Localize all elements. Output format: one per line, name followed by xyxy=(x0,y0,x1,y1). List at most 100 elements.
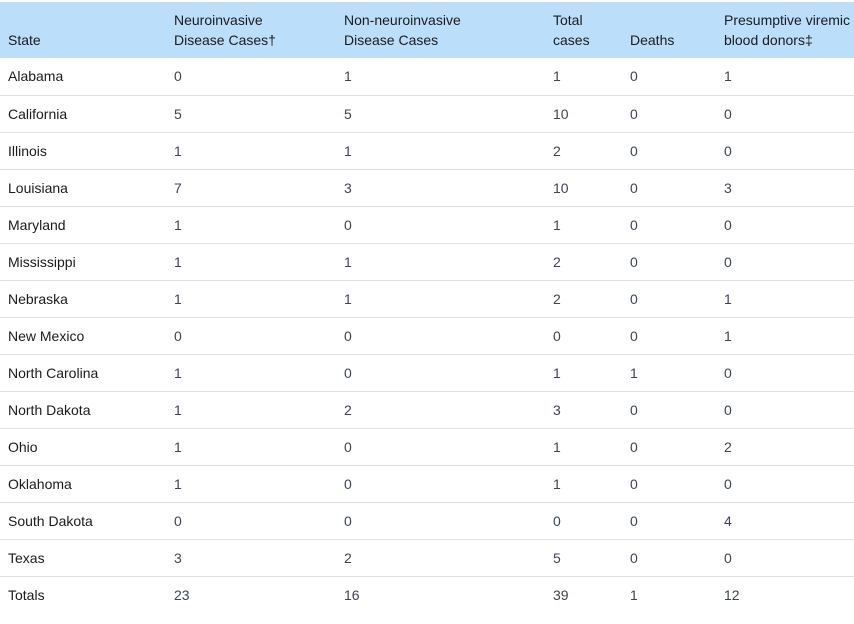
cell-deaths: 0 xyxy=(630,179,638,196)
cases-by-state-table: State Neuroinvasive Disease Cases† Non-ne… xyxy=(0,2,854,613)
cell-deaths: 0 xyxy=(630,290,638,307)
header-non-neuroinvasive-line1: Non-neuroinvasive xyxy=(344,12,461,28)
cell-neuroinvasive: 1 xyxy=(174,364,182,381)
cell-donors: 0 xyxy=(724,216,732,233)
cell-total-donors: 12 xyxy=(724,586,740,603)
header-non-neuroinvasive-line2: Disease Cases xyxy=(344,32,439,48)
header-total-line1: Total xyxy=(553,12,583,28)
cell-non-neuroinvasive: 1 xyxy=(344,142,352,159)
cell-total: 1 xyxy=(553,438,561,455)
table-row: California 5 5 10 0 0 xyxy=(0,95,854,132)
header-viremic-donors: Presumptive viremic blood donors‡ xyxy=(724,2,854,58)
cell-state: South Dakota xyxy=(8,512,93,529)
cell-donors: 0 xyxy=(724,475,732,492)
cell-non-neuroinvasive: 0 xyxy=(344,438,352,455)
cell-non-neuroinvasive: 1 xyxy=(344,68,352,85)
cell-state: Oklahoma xyxy=(8,475,72,492)
cell-non-neuroinvasive: 0 xyxy=(344,475,352,492)
cell-state: Ohio xyxy=(8,438,38,455)
cell-state: Mississippi xyxy=(8,253,76,270)
header-donors-line1: Presumptive viremic xyxy=(724,12,851,28)
table-row: Texas 3 2 5 0 0 xyxy=(0,539,854,576)
cell-neuroinvasive: 1 xyxy=(174,290,182,307)
cell-neuroinvasive: 5 xyxy=(174,105,182,122)
cell-donors: 1 xyxy=(724,290,732,307)
cell-donors: 4 xyxy=(724,512,732,529)
cell-non-neuroinvasive: 5 xyxy=(344,105,352,122)
cell-total-neuroinvasive: 23 xyxy=(174,586,190,603)
cell-non-neuroinvasive: 0 xyxy=(344,216,352,233)
cell-donors: 0 xyxy=(724,549,732,566)
cell-neuroinvasive: 3 xyxy=(174,549,182,566)
cell-total-cases: 39 xyxy=(553,586,569,603)
table-row: South Dakota 0 0 0 0 4 xyxy=(0,502,854,539)
cell-non-neuroinvasive: 2 xyxy=(344,401,352,418)
cell-state: California xyxy=(8,105,68,122)
cell-donors: 0 xyxy=(724,105,732,122)
header-non-neuroinvasive: Non-neuroinvasive Disease Cases xyxy=(344,2,553,58)
cell-state: Maryland xyxy=(8,216,66,233)
table-row: Oklahoma 1 0 1 0 0 xyxy=(0,465,854,502)
cell-deaths: 0 xyxy=(630,401,638,418)
cell-deaths: 0 xyxy=(630,438,638,455)
cell-deaths: 0 xyxy=(630,142,638,159)
cell-non-neuroinvasive: 3 xyxy=(344,179,352,196)
table-row: Ohio 1 0 1 0 2 xyxy=(0,428,854,465)
totals-row: Totals 23 16 39 1 12 xyxy=(0,576,854,613)
cases-table-container: State Neuroinvasive Disease Cases† Non-ne… xyxy=(0,0,854,613)
cell-non-neuroinvasive: 0 xyxy=(344,364,352,381)
header-total-cases: Total cases xyxy=(553,2,630,58)
cell-neuroinvasive: 7 xyxy=(174,179,182,196)
cell-state: New Mexico xyxy=(8,327,85,344)
header-deaths: Deaths xyxy=(630,2,724,58)
cell-total: 0 xyxy=(553,512,561,529)
cell-deaths: 0 xyxy=(630,68,638,85)
table-row: Alabama 0 1 1 0 1 xyxy=(0,58,854,95)
cell-donors: 1 xyxy=(724,327,732,344)
cell-total-non-neuroinvasive: 16 xyxy=(344,586,360,603)
table-row: Nebraska 1 1 2 0 1 xyxy=(0,280,854,317)
cell-non-neuroinvasive: 0 xyxy=(344,512,352,529)
cell-neuroinvasive: 0 xyxy=(174,512,182,529)
cell-total: 1 xyxy=(553,216,561,233)
cell-deaths: 0 xyxy=(630,327,638,344)
header-neuroinvasive: Neuroinvasive Disease Cases† xyxy=(174,2,344,58)
cell-total: 2 xyxy=(553,142,561,159)
cell-total: 1 xyxy=(553,68,561,85)
cell-state: Nebraska xyxy=(8,290,68,307)
cell-total: 1 xyxy=(553,475,561,492)
cell-deaths: 0 xyxy=(630,253,638,270)
cell-neuroinvasive: 1 xyxy=(174,216,182,233)
cell-donors: 0 xyxy=(724,364,732,381)
cell-total: 10 xyxy=(553,105,569,122)
header-deaths-label: Deaths xyxy=(630,32,675,48)
cell-total: 2 xyxy=(553,253,561,270)
cell-deaths: 1 xyxy=(630,364,638,381)
cell-neuroinvasive: 1 xyxy=(174,253,182,270)
cell-deaths: 0 xyxy=(630,475,638,492)
cell-donors: 1 xyxy=(724,68,732,85)
cell-state: Louisiana xyxy=(8,179,68,196)
cell-total: 1 xyxy=(553,364,561,381)
header-total-line2: cases xyxy=(553,32,590,48)
table-row: Louisiana 7 3 10 0 3 xyxy=(0,169,854,206)
cell-neuroinvasive: 1 xyxy=(174,438,182,455)
header-neuroinvasive-line2: Disease Cases† xyxy=(174,32,276,48)
table-row: Maryland 1 0 1 0 0 xyxy=(0,206,854,243)
cell-state: Texas xyxy=(8,549,45,566)
cell-state: North Dakota xyxy=(8,401,91,418)
cell-deaths: 0 xyxy=(630,549,638,566)
cell-donors: 0 xyxy=(724,142,732,159)
table-row: New Mexico 0 0 0 0 1 xyxy=(0,317,854,354)
cell-neuroinvasive: 1 xyxy=(174,142,182,159)
table-row: Mississippi 1 1 2 0 0 xyxy=(0,243,854,280)
cell-donors: 0 xyxy=(724,253,732,270)
cell-neuroinvasive: 1 xyxy=(174,401,182,418)
cell-donors: 0 xyxy=(724,401,732,418)
header-row: State Neuroinvasive Disease Cases† Non-ne… xyxy=(0,2,854,58)
cell-non-neuroinvasive: 0 xyxy=(344,327,352,344)
header-donors-line2: blood donors‡ xyxy=(724,32,813,48)
cell-total: 3 xyxy=(553,401,561,418)
header-state-label: State xyxy=(8,32,41,48)
cell-neuroinvasive: 1 xyxy=(174,475,182,492)
